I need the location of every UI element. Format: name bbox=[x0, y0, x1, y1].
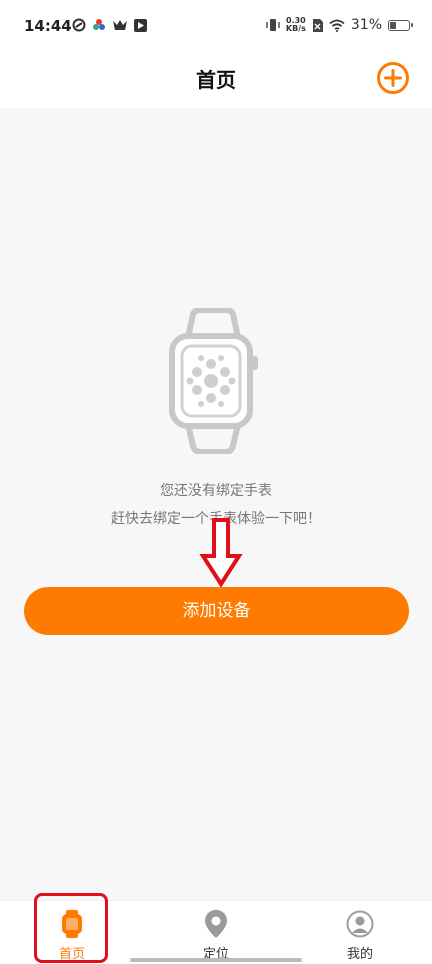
system-status: 0.30 KB/s 31% bbox=[266, 17, 413, 33]
tab-location[interactable]: 定位 bbox=[166, 901, 266, 964]
play-icon bbox=[134, 18, 147, 32]
network-speed-unit: KB/s bbox=[285, 24, 306, 33]
smartwatch-icon bbox=[169, 308, 258, 454]
plus-circle-icon[interactable] bbox=[376, 61, 410, 95]
empty-state-message: 您还没有绑定手表 bbox=[160, 483, 272, 499]
location-pin-icon bbox=[205, 910, 227, 938]
wifi-icon bbox=[329, 19, 345, 32]
status-bar: 14:44 0.30 KB/s 31% bbox=[0, 0, 432, 50]
tab-profile[interactable]: 我的 bbox=[310, 901, 410, 964]
highlight-box bbox=[34, 893, 108, 963]
battery-icon bbox=[388, 19, 413, 31]
colorful-app-icon bbox=[93, 19, 105, 30]
vibrate-icon bbox=[266, 19, 280, 31]
no-sim-icon bbox=[312, 18, 323, 32]
tab-profile-label: 我的 bbox=[346, 947, 373, 962]
status-time: 14:44 bbox=[24, 17, 72, 35]
app-header: 首页 bbox=[0, 50, 432, 108]
battery-percent: 31% bbox=[350, 17, 382, 33]
crown-icon bbox=[113, 20, 127, 30]
user-icon bbox=[346, 910, 374, 938]
app-notification-icon bbox=[72, 18, 86, 32]
page-title: 首页 bbox=[196, 68, 236, 92]
notification-icons bbox=[72, 18, 147, 32]
home-indicator[interactable] bbox=[130, 958, 302, 962]
add-device-button[interactable]: 添加设备 bbox=[24, 587, 409, 635]
network-speed: 0.30 KB/s bbox=[286, 17, 306, 33]
arrow-down-icon bbox=[199, 518, 243, 588]
